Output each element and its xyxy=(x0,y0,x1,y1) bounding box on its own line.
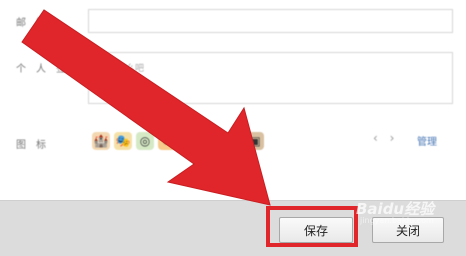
pointer-arrow-icon xyxy=(21,9,271,206)
pointer-arrow-shape xyxy=(21,9,271,206)
